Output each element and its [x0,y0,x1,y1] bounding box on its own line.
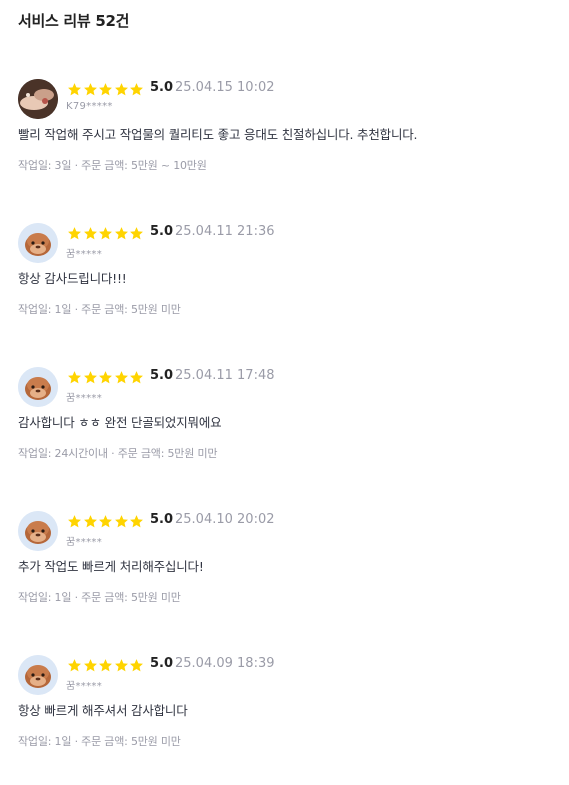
reviewer-avatar[interactable] [18,367,58,407]
rating-score: 5.0 [150,512,174,527]
review-item: 5.0 25.04.15 10:02 K79***** 빨리 작업해 주시고 작… [0,79,569,209]
star-icon [129,82,145,97]
review-meta: 작업일: 1일 · 주문 금액: 5만원 미만 [18,591,181,604]
star-icon [114,82,130,97]
star-icon [98,514,114,529]
rating-stars [67,658,145,674]
rating-score: 5.0 [150,80,174,95]
star-icon [83,82,99,97]
review-text: 빨리 작업해 주시고 작업물의 퀄리티도 좋고 응대도 친절하십니다. 추천합니… [18,127,418,142]
mascot-avatar-icon [18,223,58,263]
star-icon [83,658,99,673]
review-text: 감사합니다 ㅎㅎ 완전 단골되었지뭐에요 [18,415,222,430]
rating-stars [67,514,145,530]
reviewer-avatar[interactable] [18,511,58,551]
reviewer-name: 꿈***** [66,537,102,548]
review-date: 25.04.09 18:39 [175,656,275,671]
review-date: 25.04.11 17:48 [175,368,275,383]
star-icon [129,226,145,241]
review-meta: 작업일: 3일 · 주문 금액: 5만원 ~ 10만원 [18,159,207,172]
star-icon [98,82,114,97]
rating-stars [67,82,145,98]
star-icon [129,370,145,385]
review-item: 5.0 25.04.11 17:48 꿈***** 감사합니다 ㅎㅎ 완전 단골… [0,367,569,497]
star-icon [114,514,130,529]
star-icon [98,226,114,241]
rating-stars [67,226,145,242]
reviewer-avatar[interactable] [18,655,58,695]
star-icon [114,226,130,241]
mascot-avatar-icon [18,655,58,695]
mascot-avatar-icon [18,367,58,407]
star-icon [114,370,130,385]
star-icon [98,370,114,385]
rating-score: 5.0 [150,368,174,383]
reviewer-name: 꿈***** [66,393,102,404]
reviewer-name: K79***** [66,101,113,112]
review-item: 5.0 25.04.09 18:39 꿈***** 항상 빠르게 해주셔서 감사… [0,655,569,785]
review-item: 5.0 25.04.11 21:36 꿈***** 항상 감사드립니다!!! 작… [0,223,569,353]
star-icon [83,514,99,529]
star-icon [67,370,83,385]
reviewer-avatar[interactable] [18,223,58,263]
star-icon [67,226,83,241]
star-icon [129,658,145,673]
review-date: 25.04.11 21:36 [175,224,275,239]
rating-stars [67,370,145,386]
review-meta: 작업일: 1일 · 주문 금액: 5만원 미만 [18,735,181,748]
rating-score: 5.0 [150,224,174,239]
review-text: 항상 빠르게 해주셔서 감사합니다 [18,703,188,718]
review-text: 추가 작업도 빠르게 처리해주십니다! [18,559,204,574]
review-item: 5.0 25.04.10 20:02 꿈***** 추가 작업도 빠르게 처리해… [0,511,569,641]
star-icon [83,226,99,241]
review-date: 25.04.15 10:02 [175,80,275,95]
star-icon [67,82,83,97]
rating-score: 5.0 [150,656,174,671]
star-icon [83,370,99,385]
review-meta: 작업일: 24시간이내 · 주문 금액: 5만원 미만 [18,447,218,460]
reviews-title: 서비스 리뷰 52건 [18,12,130,30]
star-icon [129,514,145,529]
review-text: 항상 감사드립니다!!! [18,271,127,286]
reviewer-name: 꿈***** [66,681,102,692]
star-icon [67,658,83,673]
mascot-avatar-icon [18,511,58,551]
review-date: 25.04.10 20:02 [175,512,275,527]
photo-avatar-icon [18,79,58,119]
reviewer-avatar[interactable] [18,79,58,119]
reviewer-name: 꿈***** [66,249,102,260]
star-icon [67,514,83,529]
star-icon [98,658,114,673]
star-icon [114,658,130,673]
review-meta: 작업일: 1일 · 주문 금액: 5만원 미만 [18,303,181,316]
